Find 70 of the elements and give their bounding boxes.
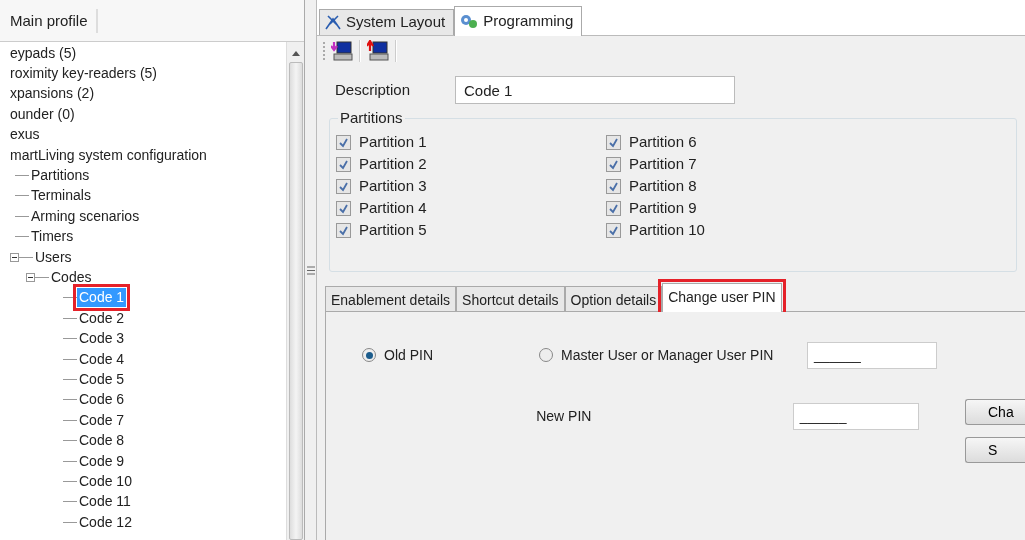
checkbox-label: Partition 2 [359, 153, 427, 174]
network-diagram-icon [324, 13, 342, 31]
upload-computer-icon[interactable] [367, 40, 389, 62]
tree-item[interactable]: Code 3 [77, 329, 127, 349]
checkbox[interactable] [336, 200, 351, 216]
checkbox-label: Partition 6 [629, 131, 697, 152]
description-label: Description [335, 79, 412, 100]
tree-item[interactable]: exus [8, 125, 42, 145]
checkbox[interactable] [336, 178, 351, 194]
tree-item[interactable]: roximity key-readers (5) [8, 64, 160, 84]
detail-tab[interactable]: Option details [564, 286, 663, 311]
checkbox-label: Partition 1 [359, 131, 427, 152]
tree-item[interactable]: Code 2 [77, 308, 127, 328]
new-pin-field[interactable]: ______ [792, 402, 919, 430]
grip-icon [306, 265, 315, 275]
checkbox[interactable] [606, 134, 621, 150]
tree-item[interactable]: Code 4 [77, 349, 127, 369]
pin-field[interactable]: ______ [807, 341, 937, 369]
tree-item[interactable]: Partitions [29, 166, 92, 186]
checkbox[interactable] [606, 200, 621, 216]
collapse-box-icon[interactable] [26, 273, 35, 282]
radio-button[interactable] [539, 348, 553, 362]
tree-item[interactable]: Terminals [29, 186, 93, 206]
tree-item[interactable]: Timers [29, 227, 76, 247]
tree-item[interactable]: Code 9 [77, 451, 127, 471]
radio-button[interactable] [362, 348, 376, 362]
new-pin-label: New PIN [536, 406, 593, 426]
tree-item[interactable]: martLiving system configuration [8, 145, 209, 165]
profile-title: Main profile [10, 9, 98, 33]
checkbox-label: Partition 9 [629, 197, 697, 218]
action-button[interactable]: Cha [965, 399, 1025, 425]
tree-item[interactable]: Code 6 [77, 390, 127, 410]
tree-item[interactable]: xpansions (2) [8, 84, 97, 104]
tree-item[interactable]: Code 7 [77, 410, 127, 430]
tree-item[interactable]: Arming scenarios [29, 206, 142, 226]
checkbox-label: Partition 5 [359, 219, 427, 240]
tree-item[interactable]: Code 10 [77, 471, 134, 491]
checkbox[interactable] [336, 222, 351, 238]
detail-tab[interactable]: Shortcut details [456, 286, 565, 311]
gears-icon [459, 12, 480, 30]
tree-item[interactable]: Code 12 [77, 512, 134, 532]
scroll-up-icon[interactable] [290, 50, 301, 56]
checkbox-label: Partition 7 [629, 153, 697, 174]
main-tab[interactable]: System Layout [319, 9, 455, 35]
action-button[interactable]: S [965, 437, 1025, 463]
vertical-scrollbar[interactable] [286, 42, 304, 540]
detail-tab[interactable]: Enablement details [325, 286, 457, 311]
checkbox-label: Partition 4 [359, 197, 427, 218]
download-computer-icon[interactable] [331, 40, 353, 62]
checkbox[interactable] [606, 222, 621, 238]
checkbox[interactable] [606, 156, 621, 172]
radio-label: Old PIN [384, 345, 433, 365]
radio-label: Master User or Manager User PIN [561, 345, 774, 365]
splitter-handle[interactable] [305, 0, 317, 540]
tree-item[interactable]: Code 11 [77, 492, 133, 512]
checkbox-label: Partition 8 [629, 175, 697, 196]
checkbox[interactable] [336, 156, 351, 172]
tree-item[interactable]: Code 8 [77, 431, 127, 451]
tree-item[interactable]: eypads (5) [8, 43, 79, 63]
tree-item[interactable]: Code 5 [77, 369, 127, 389]
collapse-box-icon[interactable] [10, 252, 19, 262]
main-tab[interactable]: Programming [454, 6, 583, 36]
tree-item[interactable]: Users [33, 247, 74, 267]
checkbox-label: Partition 10 [629, 219, 705, 240]
tree-item[interactable]: Codes [49, 268, 94, 287]
description-field[interactable]: Code 1 [455, 76, 735, 104]
checkbox-label: Partition 3 [359, 175, 427, 196]
checkbox[interactable] [336, 134, 351, 150]
checkbox[interactable] [606, 178, 621, 194]
tree-item[interactable]: ounder (0) [8, 104, 77, 124]
